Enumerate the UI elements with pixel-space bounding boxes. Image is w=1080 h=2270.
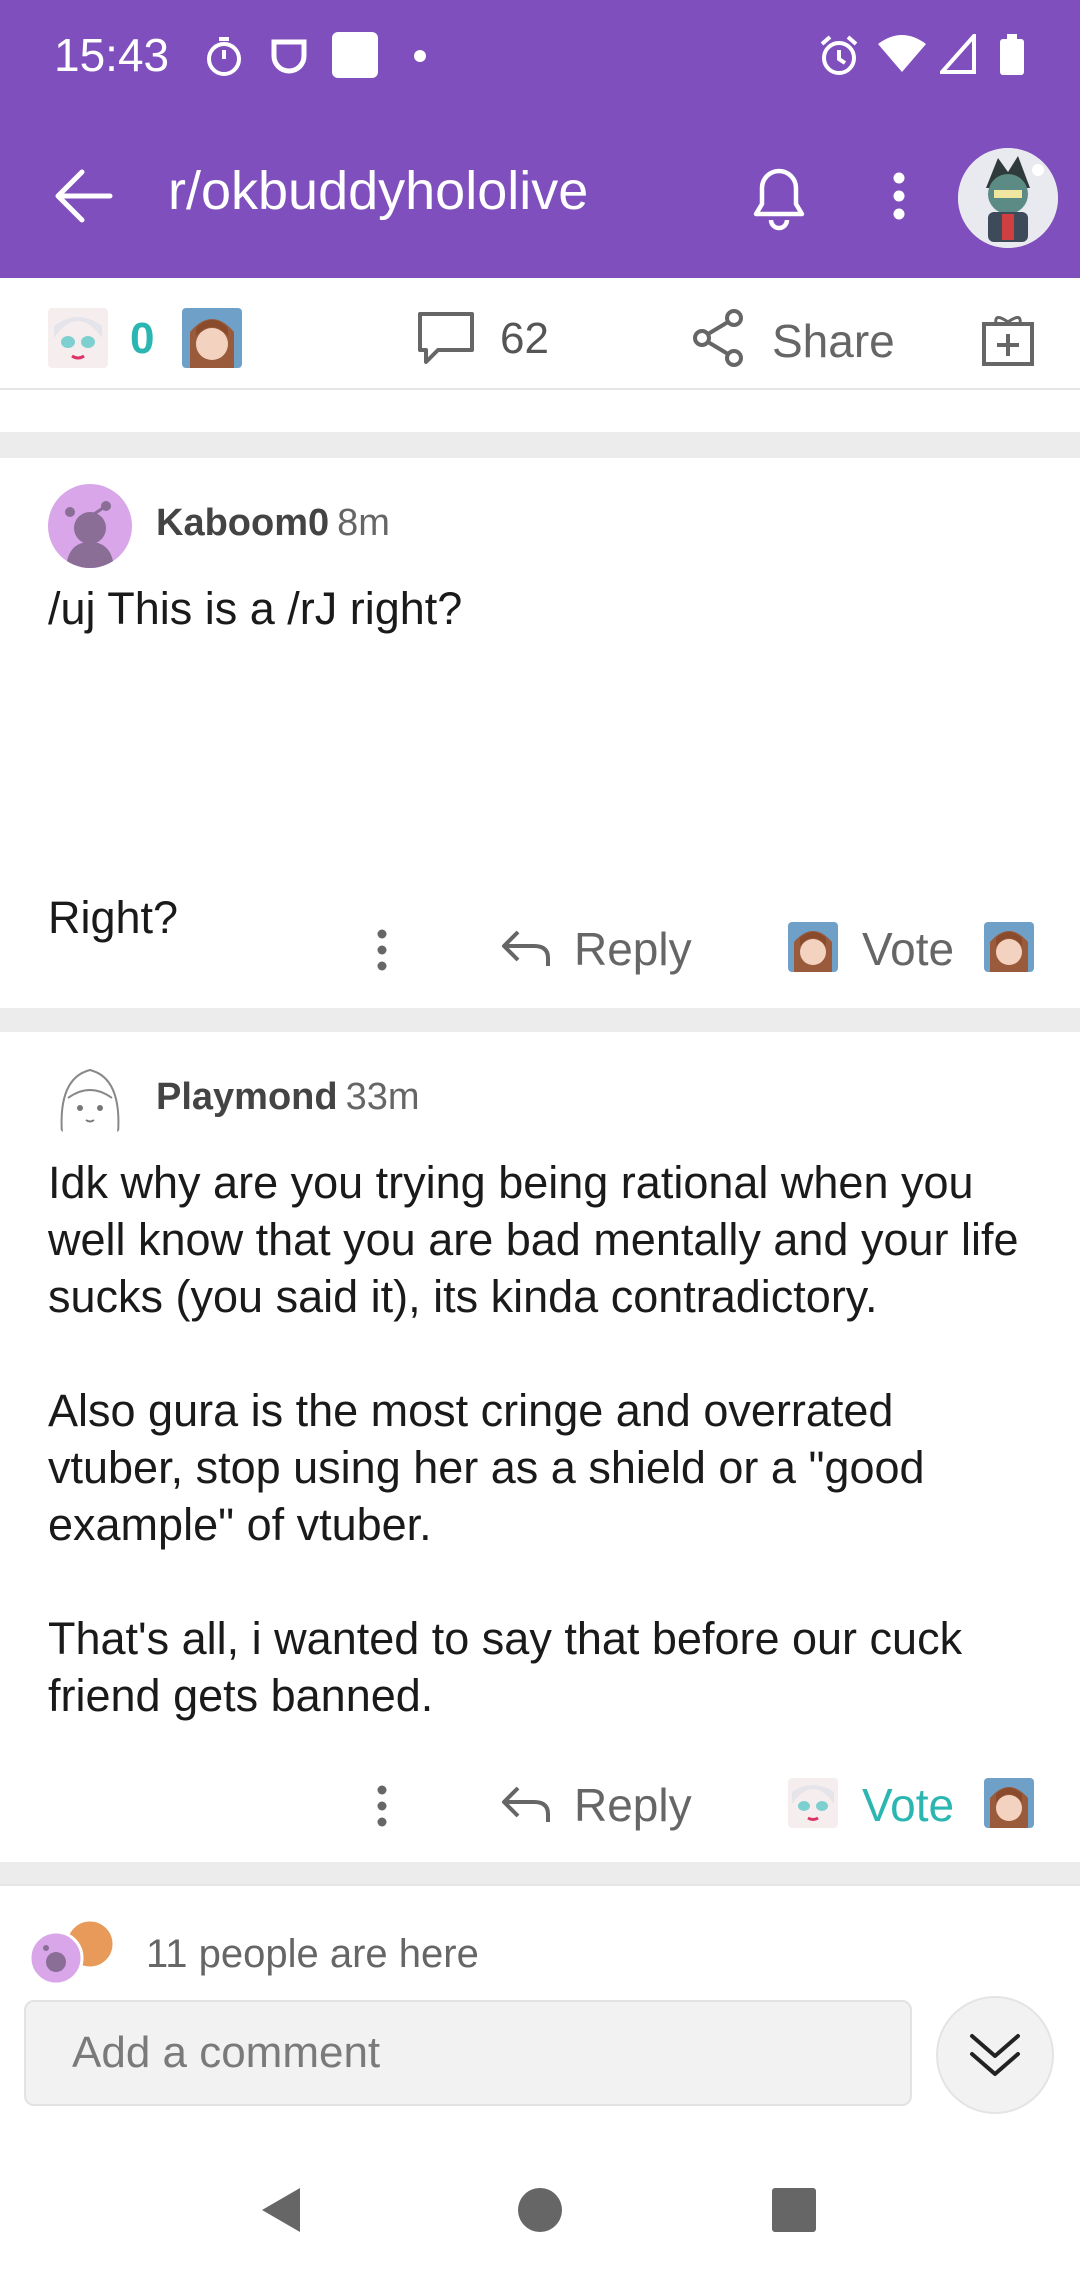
comment-count: 62 [500, 314, 549, 363]
avatar-character-icon [958, 148, 1058, 248]
downvote-flair-button[interactable] [182, 308, 242, 368]
downvote-avatar-icon [182, 308, 242, 368]
presence-text: 11 people are here [146, 1932, 479, 1976]
downvote-avatar-icon [984, 922, 1034, 972]
comment-downvote-button[interactable] [984, 922, 1034, 972]
comment-actions: Reply Vote [0, 1766, 1080, 1846]
nav-home-icon[interactable] [510, 2180, 570, 2240]
downvote-avatar-icon [984, 1778, 1034, 1828]
comment-body: Idk why are you trying being rational wh… [48, 1154, 1038, 1724]
gift-icon [982, 316, 1034, 366]
nav-back-icon[interactable] [252, 2180, 312, 2240]
reply-button[interactable]: Reply [574, 1778, 692, 1832]
comment-upvote-button[interactable] [788, 922, 838, 972]
award-button[interactable] [978, 308, 1038, 368]
vote-label: Vote [862, 923, 955, 975]
comment-actions: Reply Vote [0, 910, 1080, 990]
comment-author[interactable]: Playmond 33m [156, 1076, 420, 1119]
alarm-icon [820, 35, 858, 75]
section-divider [0, 1008, 1080, 1032]
wifi-icon [878, 35, 926, 72]
snoo-avatar-icon [48, 484, 132, 568]
next-comment-button[interactable] [936, 1996, 1054, 2114]
comment-paragraph: That's all, i wanted to say that before … [48, 1613, 963, 1721]
comment-bubble-icon [418, 312, 474, 364]
vote-label: Vote [862, 1779, 955, 1831]
comment-card: Playmond 33m Idk why are you trying being… [0, 1032, 1080, 1862]
reply-button[interactable]: Reply [574, 922, 692, 976]
upvote-avatar-icon [788, 922, 838, 972]
reply-arrow-icon [502, 930, 550, 966]
comment-card: Kaboom0 8m /uj This is a /rJ right? Right… [0, 458, 1080, 1008]
comment-input[interactable] [24, 2000, 912, 2106]
comment-paragraph: Also gura is the most cringe and overrat… [48, 1385, 925, 1550]
comment-downvote-button[interactable] [984, 1778, 1034, 1828]
signal-icon [940, 34, 976, 74]
arrow-left-icon [55, 169, 113, 223]
more-vertical-icon [377, 929, 387, 971]
comment-timestamp: 33m [345, 1076, 420, 1118]
comment-paragraph [48, 694, 1038, 832]
comment-username[interactable]: Playmond [156, 1076, 338, 1118]
more-vertical-icon [377, 1785, 387, 1827]
presence-avatars-icon [28, 1918, 116, 1986]
comment-more-button[interactable] [360, 918, 404, 982]
app-square-icon [332, 32, 378, 78]
comment-timestamp: 8m [337, 502, 390, 544]
notifications-button[interactable] [744, 158, 814, 234]
comment-paragraph: /uj This is a /rJ right? [48, 583, 463, 634]
comment-upvote-button[interactable] [788, 1778, 838, 1828]
share-icon-button[interactable] [690, 308, 748, 368]
subreddit-title[interactable]: r/okbuddyhololive [168, 160, 588, 222]
comment-avatar[interactable] [48, 1058, 132, 1142]
battery-icon [1000, 34, 1024, 75]
app-header: 15:43 r/okbuddyhololive [0, 0, 1080, 278]
shield-status-icon [271, 39, 307, 74]
upvote-avatar-icon [788, 1778, 838, 1828]
double-chevron-down-icon [970, 2034, 1020, 2076]
comment-composer: 11 people are here [0, 1884, 1080, 2144]
timer-icon [207, 37, 241, 76]
status-time: 15:43 [54, 29, 170, 81]
upvote-flair-button[interactable] [48, 308, 108, 368]
section-divider [0, 1862, 1080, 1884]
system-nav-bar [0, 2144, 1080, 2270]
status-bar: 15:43 [0, 0, 1080, 110]
comment-avatar[interactable] [48, 484, 132, 568]
toolbar: r/okbuddyhololive [0, 130, 1080, 260]
section-divider [0, 432, 1080, 458]
bell-icon [753, 168, 805, 231]
comments-button[interactable] [414, 308, 478, 368]
reply-arrow-icon [502, 1786, 550, 1822]
comment-paragraph: Idk why are you trying being rational wh… [48, 1157, 1019, 1322]
post-action-bar: 0 62 Share [0, 278, 1080, 390]
notification-dot-icon [414, 50, 426, 62]
more-vertical-icon [893, 172, 905, 220]
post-vote-count: 0 [130, 314, 155, 363]
user-avatar[interactable] [958, 148, 1058, 248]
comment-username[interactable]: Kaboom0 [156, 502, 329, 544]
nav-recents-icon[interactable] [764, 2180, 824, 2240]
comment-more-button[interactable] [360, 1774, 404, 1838]
back-button[interactable] [46, 158, 122, 234]
share-button[interactable]: Share [772, 314, 895, 368]
overflow-menu-button[interactable] [874, 158, 924, 234]
sketch-avatar-icon [48, 1058, 132, 1142]
upvote-avatar-icon [48, 308, 108, 368]
comment-body: /uj This is a /rJ right? Right? [48, 580, 1038, 946]
share-icon [693, 309, 743, 367]
comment-author[interactable]: Kaboom0 8m [156, 502, 390, 545]
